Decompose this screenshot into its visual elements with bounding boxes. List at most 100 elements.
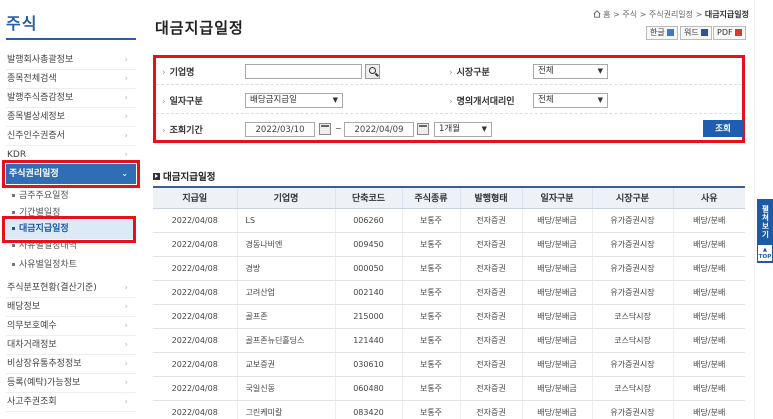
company-name-cell[interactable]: 경동나비엔 — [236, 232, 335, 257]
table-cell: 유가증권시장 — [591, 232, 673, 257]
table-cell: 보통주 — [401, 280, 460, 305]
table-cell: 121440 — [334, 328, 402, 354]
page-title: 대금지급일정 — [155, 19, 244, 37]
top-button-label: TOP — [758, 254, 772, 260]
breadcrumb-stock[interactable]: 주식 — [622, 10, 637, 19]
button-label: 워드 — [684, 28, 699, 37]
table-row: 2022/04/08 국일신동 060480 보통주 전자증권 배당/분배금 코스닥시장 배당… — [153, 376, 745, 402]
chevron-right-icon: › — [124, 359, 128, 369]
sidebar-subitem-label: 사유별일정차트 — [19, 260, 77, 270]
table-cell: 배당/분배금 — [521, 328, 592, 354]
date-type-select[interactable]: 배당금지급일 ▼ — [245, 93, 343, 108]
company-name-cell[interactable]: 그린케미칼 — [236, 400, 335, 419]
expand-tab-label: 펼쳐보기 — [761, 205, 770, 239]
sidebar-item-lending[interactable]: 대차거래정보 › — [6, 336, 136, 355]
table-cell: 배당/분배 — [672, 304, 745, 329]
word-export-button[interactable]: 워드 — [680, 26, 712, 40]
market-select[interactable]: 전체 ▼ — [533, 64, 608, 79]
bullet-icon — [12, 194, 15, 197]
sidebar-item-label: 주식분포현황(결산기준) — [7, 283, 97, 293]
breadcrumb-sep: > — [695, 10, 703, 19]
company-name-cell[interactable]: 골프존뉴딘홀딩스 — [236, 328, 335, 354]
table-cell: 유가증권시장 — [591, 280, 673, 305]
period-select[interactable]: 1개월 ▼ — [434, 122, 492, 137]
table-cell: 보통주 — [401, 400, 460, 419]
company-name-cell[interactable]: 경방 — [236, 256, 335, 281]
sidebar-item-company-info[interactable]: 발행회사총괄정보 › — [6, 51, 136, 70]
sidebar-item-label: 종목전체검색 — [7, 74, 57, 84]
breadcrumb-rights[interactable]: 주식권리일정 — [649, 10, 693, 19]
company-name-cell[interactable]: LS — [236, 208, 335, 233]
sidebar-item-lost-cert[interactable]: 사고주권조회 › — [6, 393, 136, 412]
highlight-box — [2, 160, 140, 188]
table-cell: 006260 — [334, 208, 402, 233]
table-cell: 배당/분배금 — [521, 208, 592, 233]
sidebar-item-label: 의무보호예수 — [7, 321, 57, 331]
column-header: 지급일 — [153, 186, 237, 209]
table-row: 2022/04/08 교보증권 030610 보통주 전자증권 배당/분배금 유가증권시장 배… — [153, 352, 745, 378]
sidebar-item-stock-detail[interactable]: 종목별상세정보 › — [6, 108, 136, 127]
date-from-input[interactable] — [245, 122, 315, 137]
column-header: 시장구분 — [591, 186, 673, 209]
sidebar-item-distribution[interactable]: 주식분포현황(결산기준) › — [6, 279, 136, 298]
table-cell: 전자증권 — [459, 352, 522, 378]
table-cell: 전자증권 — [459, 328, 522, 354]
up-arrow-icon: ▲ — [762, 247, 768, 253]
date-to-input[interactable] — [344, 122, 414, 137]
sidebar-item-label: 발행주식증감정보 — [7, 93, 74, 103]
table-cell: 배당/분배금 — [521, 232, 592, 257]
sidebar-item-lockup[interactable]: 의무보호예수 › — [6, 317, 136, 336]
sidebar-item-label: 비상장유통추정정보 — [7, 359, 82, 369]
section-title: 대금지급일정 — [163, 172, 216, 183]
sidebar-item-stock-search[interactable]: 종목전체검색 › — [6, 70, 136, 89]
table-row: 2022/04/08 고려산업 002140 보통주 전자증권 배당/분배금 유가증권시장 배… — [153, 280, 745, 305]
company-name-cell[interactable]: 국일신동 — [236, 376, 335, 402]
chevron-right-icon: › — [124, 131, 128, 141]
calendar-icon[interactable] — [417, 123, 429, 135]
sidebar-item-dividend[interactable]: 배당정보 › — [6, 298, 136, 317]
sidebar-subitem-reason-chart[interactable]: 사유별일정차트 — [6, 257, 136, 274]
sidebar-subitem-label: 금주주요일정 — [19, 191, 69, 201]
chevron-down-icon: ▼ — [332, 96, 338, 104]
table-cell: 배당/분배금 — [521, 256, 592, 281]
pdf-export-button[interactable]: PDF — [713, 26, 746, 40]
company-input[interactable] — [245, 64, 362, 79]
sidebar-item-label: 발행회사총괄정보 — [7, 55, 74, 65]
table-cell: 030610 — [334, 352, 402, 378]
market-select-value: 전체 — [538, 66, 554, 76]
sidebar-item-warrant[interactable]: 신주인수권증서 › — [6, 127, 136, 146]
sidebar-item-label: 사고주권조회 — [7, 397, 57, 407]
sidebar-item-registrable[interactable]: 등록(예탁)가능정보 › — [6, 374, 136, 393]
bullet-icon — [12, 211, 15, 214]
table-cell: 2022/04/08 — [153, 352, 237, 378]
query-button[interactable]: 조회 — [703, 120, 743, 137]
search-row-3: 조회기간 ~ 1개월 ▼ — [156, 116, 742, 143]
agent-select[interactable]: 전체 ▼ — [533, 93, 608, 108]
table-cell: 2022/04/08 — [153, 304, 237, 329]
table-cell: 코스닥시장 — [591, 304, 673, 329]
search-icon[interactable] — [365, 64, 380, 79]
breadcrumb-home[interactable]: 홈 — [603, 10, 610, 19]
agent-select-value: 전체 — [538, 95, 554, 105]
column-header: 주식종류 — [401, 186, 460, 209]
company-name-cell[interactable]: 골프존 — [236, 304, 335, 329]
table-cell: 000050 — [334, 256, 402, 281]
page-edge — [754, 0, 755, 419]
hangul-export-button[interactable]: 한글 — [646, 26, 678, 40]
table-cell: 유가증권시장 — [591, 352, 673, 378]
calendar-icon[interactable] — [319, 123, 331, 135]
table-body: 2022/04/08 LS 006260 보통주 전자증권 배당/분배금 유가증권시장 배당/… — [153, 208, 745, 419]
sidebar-item-label: 배당정보 — [7, 302, 41, 312]
top-button[interactable]: ▲ TOP — [757, 244, 773, 262]
sidebar-item-label: KDR — [7, 150, 27, 160]
chevron-right-icon: › — [124, 378, 128, 388]
sidebar-item-share-change[interactable]: 발행주식증감정보 › — [6, 89, 136, 108]
sidebar-item-unlisted[interactable]: 비상장유통추정정보 › — [6, 355, 136, 374]
company-name-cell[interactable]: 교보증권 — [236, 352, 335, 378]
sidebar-subitem-weekly[interactable]: 금주주요일정 — [6, 188, 136, 205]
company-name-cell[interactable]: 고려산업 — [236, 280, 335, 305]
column-header: 단축코드 — [334, 186, 402, 209]
chevron-down-icon: ▼ — [481, 125, 487, 133]
table-row: 2022/04/08 LS 006260 보통주 전자증권 배당/분배금 유가증권시장 배당/… — [153, 208, 745, 233]
table-cell: 전자증권 — [459, 256, 522, 281]
